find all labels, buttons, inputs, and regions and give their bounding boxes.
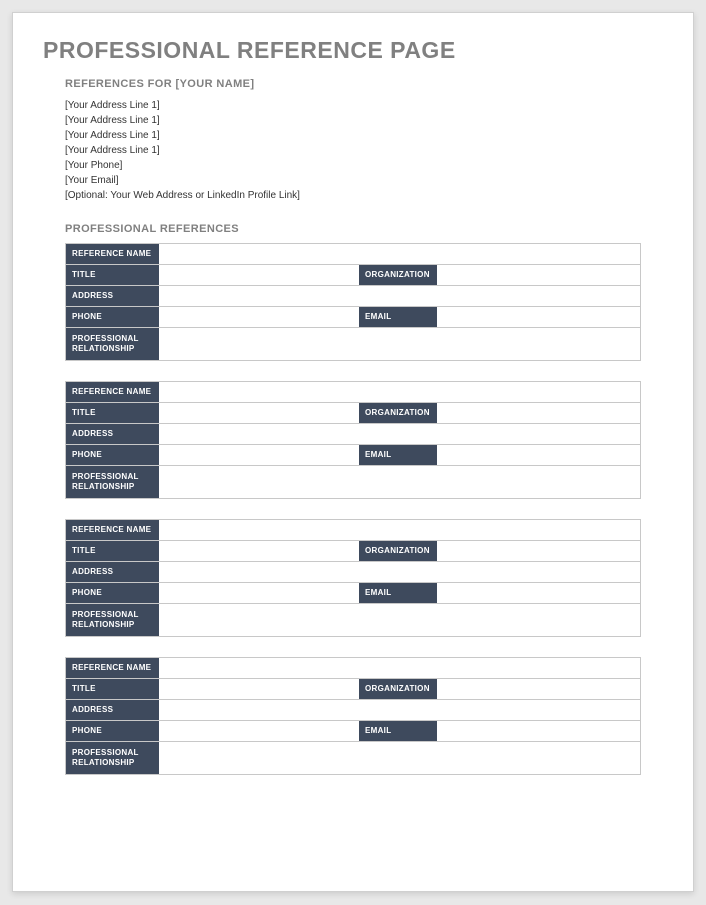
value-address[interactable] <box>159 286 640 306</box>
label-address: ADDRESS <box>66 562 159 582</box>
value-professional-relationship[interactable] <box>159 466 640 498</box>
value-phone[interactable] <box>159 583 359 603</box>
page-title: PROFESSIONAL REFERENCE PAGE <box>43 37 663 64</box>
label-address: ADDRESS <box>66 700 159 720</box>
value-address[interactable] <box>159 424 640 444</box>
value-organization[interactable] <box>437 265 640 285</box>
value-title[interactable] <box>159 541 359 561</box>
label-phone: PHONE <box>66 445 159 465</box>
label-organization: ORGANIZATION <box>359 679 437 699</box>
label-reference-name: REFERENCE NAME <box>66 658 159 678</box>
label-professional-relationship: PROFESSIONAL RELATIONSHIP <box>66 328 159 360</box>
label-email: EMAIL <box>359 583 437 603</box>
value-address[interactable] <box>159 562 640 582</box>
label-email: EMAIL <box>359 445 437 465</box>
document-page: PROFESSIONAL REFERENCE PAGE REFERENCES F… <box>12 12 694 892</box>
label-title: TITLE <box>66 541 159 561</box>
address-line: [Your Address Line 1] <box>65 143 663 158</box>
value-reference-name[interactable] <box>159 658 640 678</box>
value-professional-relationship[interactable] <box>159 604 640 636</box>
label-email: EMAIL <box>359 721 437 741</box>
label-phone: PHONE <box>66 307 159 327</box>
value-reference-name[interactable] <box>159 382 640 402</box>
phone-line: [Your Phone] <box>65 158 663 173</box>
address-line: [Your Address Line 1] <box>65 98 663 113</box>
value-email[interactable] <box>437 445 640 465</box>
label-address: ADDRESS <box>66 424 159 444</box>
address-line: [Your Address Line 1] <box>65 128 663 143</box>
value-email[interactable] <box>437 307 640 327</box>
label-professional-relationship: PROFESSIONAL RELATIONSHIP <box>66 466 159 498</box>
email-line: [Your Email] <box>65 173 663 188</box>
reference-block: REFERENCE NAME TITLE ORGANIZATION ADDRES… <box>65 657 641 775</box>
value-organization[interactable] <box>437 679 640 699</box>
value-phone[interactable] <box>159 721 359 741</box>
label-address: ADDRESS <box>66 286 159 306</box>
label-email: EMAIL <box>359 307 437 327</box>
value-reference-name[interactable] <box>159 244 640 264</box>
value-title[interactable] <box>159 403 359 423</box>
address-block: [Your Address Line 1] [Your Address Line… <box>43 98 663 203</box>
reference-block: REFERENCE NAME TITLE ORGANIZATION ADDRES… <box>65 243 641 361</box>
label-organization: ORGANIZATION <box>359 265 437 285</box>
label-title: TITLE <box>66 403 159 423</box>
value-phone[interactable] <box>159 445 359 465</box>
value-organization[interactable] <box>437 403 640 423</box>
value-title[interactable] <box>159 265 359 285</box>
label-professional-relationship: PROFESSIONAL RELATIONSHIP <box>66 604 159 636</box>
section-title: PROFESSIONAL REFERENCES <box>43 223 663 235</box>
label-phone: PHONE <box>66 583 159 603</box>
label-title: TITLE <box>66 679 159 699</box>
label-title: TITLE <box>66 265 159 285</box>
value-address[interactable] <box>159 700 640 720</box>
label-reference-name: REFERENCE NAME <box>66 520 159 540</box>
value-organization[interactable] <box>437 541 640 561</box>
value-email[interactable] <box>437 583 640 603</box>
references-for-heading: REFERENCES FOR [YOUR NAME] <box>43 78 663 90</box>
address-line: [Your Address Line 1] <box>65 113 663 128</box>
label-organization: ORGANIZATION <box>359 541 437 561</box>
value-phone[interactable] <box>159 307 359 327</box>
label-reference-name: REFERENCE NAME <box>66 382 159 402</box>
label-professional-relationship: PROFESSIONAL RELATIONSHIP <box>66 742 159 774</box>
label-phone: PHONE <box>66 721 159 741</box>
web-line: [Optional: Your Web Address or LinkedIn … <box>65 188 663 203</box>
label-organization: ORGANIZATION <box>359 403 437 423</box>
reference-block: REFERENCE NAME TITLE ORGANIZATION ADDRES… <box>65 519 641 637</box>
value-title[interactable] <box>159 679 359 699</box>
value-professional-relationship[interactable] <box>159 328 640 360</box>
label-reference-name: REFERENCE NAME <box>66 244 159 264</box>
value-professional-relationship[interactable] <box>159 742 640 774</box>
reference-block: REFERENCE NAME TITLE ORGANIZATION ADDRES… <box>65 381 641 499</box>
value-reference-name[interactable] <box>159 520 640 540</box>
value-email[interactable] <box>437 721 640 741</box>
